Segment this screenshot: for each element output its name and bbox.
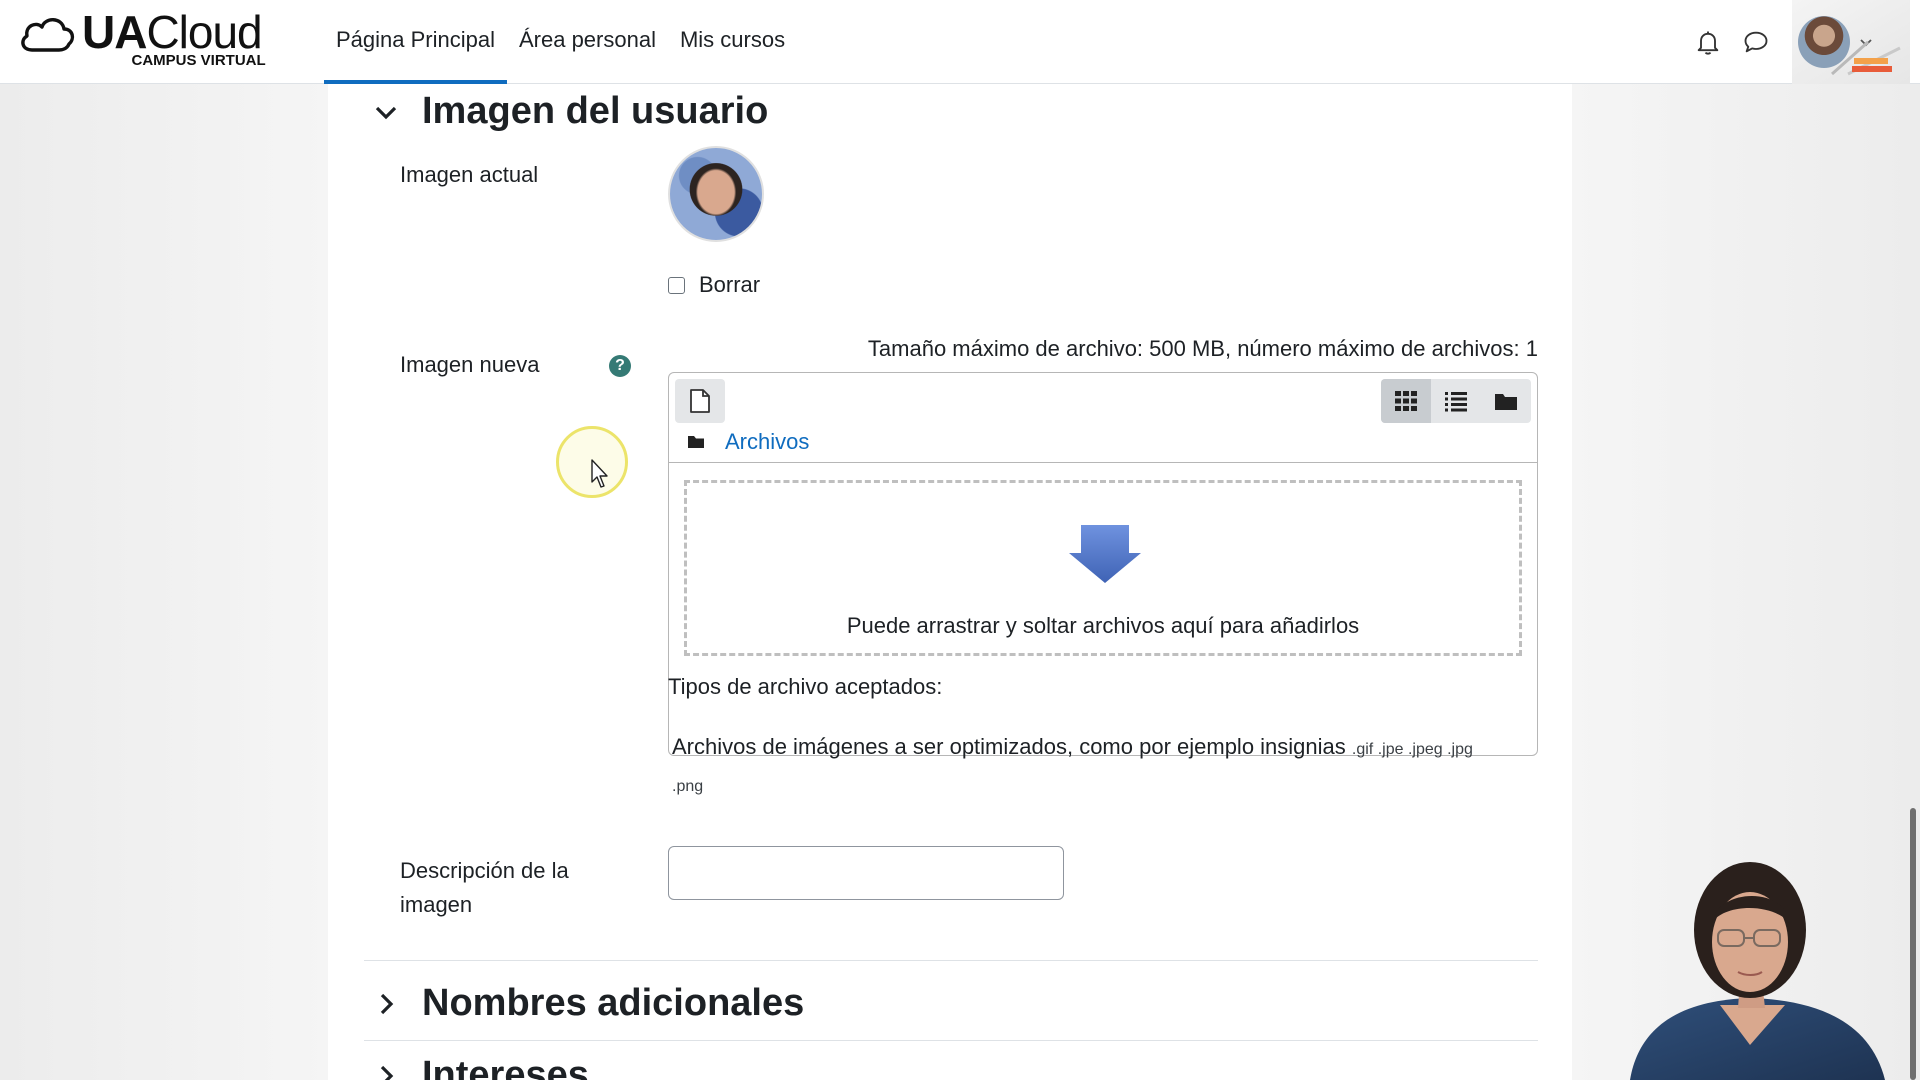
mouse-pointer-icon [591, 459, 608, 488]
help-icon[interactable]: ? [609, 355, 631, 377]
accepted-types-extensions: .gif .jpe .jpeg .jpg [1351, 741, 1473, 758]
drop-zone-text: Puede arrastrar y soltar archivos aquí p… [846, 613, 1360, 638]
image-description-label: Descripción de la imagen [400, 858, 569, 917]
nav-link-area-personal[interactable]: Área personal [507, 0, 668, 84]
delete-image-checkbox[interactable] [668, 276, 685, 294]
section-title: Imagen del usuario [422, 90, 769, 132]
download-arrow-icon [1069, 525, 1141, 583]
section-divider [364, 960, 1538, 961]
current-image-label: Imagen actual [400, 162, 539, 187]
image-description-input[interactable] [668, 846, 1064, 900]
cloud-logo-icon [21, 18, 75, 52]
navbar-icons [1684, 0, 1920, 84]
new-image-label: Imagen nueva [400, 352, 540, 377]
path-link-archivos[interactable]: Archivos [725, 429, 809, 455]
top-navbar: UACloud CAMPUS VIRTUAL Página Principal … [0, 0, 1920, 84]
section-header-additional-names[interactable]: Nombres adicionales [372, 982, 804, 1025]
section-header-user-image[interactable]: Imagen del usuario [372, 90, 768, 133]
section-divider [364, 1040, 1538, 1041]
delete-image-option[interactable]: Borrar [668, 272, 760, 298]
accepted-types-title: Tipos de archivo aceptados: [668, 674, 943, 699]
messages-button[interactable] [1732, 18, 1780, 66]
list-icon [1445, 392, 1467, 412]
section-title: Intereses [422, 1054, 589, 1080]
accepted-types-extensions-png: .png [672, 778, 704, 795]
add-file-button[interactable] [675, 379, 725, 423]
logo-name-bold: UA [82, 6, 147, 58]
left-margin [0, 84, 328, 1080]
section-header-interests[interactable]: Intereses [372, 1054, 589, 1080]
accepted-types-description: Archivos de imágenes a ser optimizados, … [672, 734, 1346, 759]
logo-subtitle: CAMPUS VIRTUAL [131, 52, 266, 69]
file-picker-toolbar: Archivos [669, 373, 1537, 463]
bell-icon [1697, 31, 1719, 55]
file-icon [690, 389, 710, 413]
primary-navigation: Página Principal Área personal Mis curso… [324, 0, 797, 84]
view-list-button[interactable] [1431, 379, 1481, 423]
user-menu-toggle[interactable] [1792, 0, 1910, 84]
max-file-size-text: Tamaño máximo de archivo: 500 MB, número… [867, 336, 1538, 361]
chat-icon [1744, 31, 1768, 53]
overlay-logo-icon [1831, 40, 1901, 76]
chevron-right-icon [380, 993, 394, 1014]
chevron-down-icon [375, 106, 397, 119]
nav-link-pagina-principal[interactable]: Página Principal [324, 0, 507, 84]
main-content: Imagen del usuario Imagen actual Borrar … [328, 84, 1572, 1080]
folder-icon [688, 436, 704, 448]
file-drop-zone[interactable]: Puede arrastrar y soltar archivos aquí p… [684, 480, 1522, 656]
uacloud-logo[interactable]: UACloud CAMPUS VIRTUAL [18, 6, 286, 70]
notifications-button[interactable] [1684, 18, 1732, 66]
presenter-webcam-overlay [1630, 862, 1885, 1080]
view-mode-switcher [1381, 379, 1531, 423]
current-user-image [668, 146, 764, 242]
delete-image-label: Borrar [699, 272, 761, 297]
folder-icon [1495, 394, 1517, 410]
section-title: Nombres adicionales [422, 982, 805, 1024]
file-picker-path: Archivos [687, 429, 809, 455]
nav-link-mis-cursos[interactable]: Mis cursos [668, 0, 797, 84]
logo-name-regular: Cloud [146, 6, 262, 58]
view-tree-button[interactable] [1481, 379, 1531, 423]
accepted-types-list: Archivos de imágenes a ser optimizados, … [672, 730, 1532, 804]
view-icons-button[interactable] [1381, 379, 1431, 423]
chevron-right-icon [380, 1065, 394, 1080]
grid-icon [1395, 391, 1417, 411]
